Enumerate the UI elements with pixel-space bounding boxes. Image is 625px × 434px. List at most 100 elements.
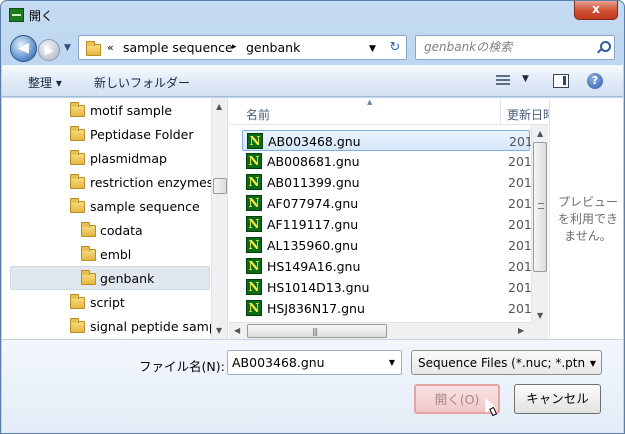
scrollbar-thumb[interactable] (213, 178, 227, 194)
back-button[interactable]: ◀ (10, 35, 37, 62)
help-icon[interactable]: ? (587, 73, 603, 89)
scrollbar-corner (531, 322, 548, 339)
column-header-date[interactable]: 更新日時 (507, 106, 555, 123)
file-row[interactable]: N HSJ836N17.gnu 2011 (242, 298, 540, 319)
tree-item-label: signal peptide sample (90, 319, 228, 334)
folder-icon (70, 126, 85, 141)
search-box[interactable] (415, 35, 615, 60)
search-icon[interactable] (597, 41, 611, 52)
tree-item-signal-peptide-sample[interactable]: signal peptide sample (10, 315, 227, 339)
file-row[interactable]: N AB008681.gnu 2011 (242, 151, 540, 172)
address-dropdown-icon[interactable]: ▼ (369, 44, 376, 54)
folder-icon (70, 198, 85, 213)
scrollbar-thumb[interactable]: ||| (247, 324, 387, 338)
file-row[interactable]: N AB011399.gnu 2011 (242, 172, 540, 193)
filename-combobox[interactable]: ▼ (227, 350, 402, 375)
navigation-pane: motif sample Peptidase Folder plasmidmap… (10, 98, 228, 339)
tree-item-label: sample sequence (90, 199, 200, 214)
tree-item-sample-sequence[interactable]: sample sequence (10, 195, 210, 219)
toolbar: 整理 ▾ 新しいフォルダー ▼ ? (2, 65, 623, 97)
content-area: motif sample Peptidase Folder plasmidmap… (2, 98, 623, 339)
filename-input[interactable] (232, 355, 380, 370)
folder-icon (86, 41, 101, 56)
tree-item-codata[interactable]: codata (10, 219, 210, 243)
file-type-select[interactable]: Sequence Files (*.nuc; *.ptn ▼ (411, 350, 602, 375)
sort-ascending-icon: ▲ (367, 98, 373, 106)
tree-item-label: script (90, 295, 125, 310)
scroll-left-icon[interactable]: ◀ (234, 326, 240, 335)
close-button[interactable]: x (574, 1, 618, 20)
file-list-vertical-scrollbar[interactable]: ▲ ▼ (531, 125, 548, 323)
search-input[interactable] (424, 40, 584, 54)
folder-icon (70, 174, 85, 189)
scroll-up-icon[interactable]: ▲ (216, 102, 222, 111)
scroll-down-icon[interactable]: ▼ (216, 326, 222, 335)
file-row[interactable]: N HS149A16.gnu 2011 (242, 256, 540, 277)
tree-item-label: codata (100, 223, 143, 238)
file-list-horizontal-scrollbar[interactable]: ◀ ||| ▶ (229, 322, 531, 339)
forward-button[interactable]: ▶ (38, 39, 60, 61)
tree-item-plasmidmap[interactable]: plasmidmap (10, 147, 210, 171)
folder-icon (70, 150, 85, 165)
chevron-down-icon[interactable]: ▼ (389, 358, 395, 367)
dialog-footer: ファイル名(N): ▼ Sequence Files (*.nuc; *.ptn… (2, 339, 623, 433)
gnu-file-icon: N (246, 216, 262, 232)
file-row[interactable]: N HS1014D13.gnu 2011 (242, 277, 540, 298)
cancel-button[interactable]: キャンセル (514, 384, 601, 414)
file-row[interactable]: N AL135960.gnu 2011 (242, 235, 540, 256)
open-file-dialog: 開く x ◀ ▶ ▼ « sample sequence ▸ genbank ▼… (0, 0, 625, 434)
window-title: 開く (29, 9, 54, 23)
tree-item-label: plasmidmap (90, 151, 167, 166)
gnu-file-icon: N (246, 279, 262, 295)
scroll-down-icon[interactable]: ▼ (537, 311, 543, 320)
column-divider[interactable] (500, 98, 501, 125)
view-dropdown-icon[interactable]: ▼ (522, 74, 529, 84)
gnu-file-icon: N (246, 237, 262, 253)
tree-item-script[interactable]: script (10, 291, 210, 315)
file-name: AL135960.gnu (267, 238, 358, 253)
history-dropdown-icon[interactable]: ▼ (64, 43, 71, 53)
file-name: AF077974.gnu (267, 196, 359, 211)
file-row[interactable]: N AF077974.gnu 2011 (242, 193, 540, 214)
refresh-icon[interactable]: ↻ (386, 39, 404, 57)
navigation-bar: ◀ ▶ ▼ « sample sequence ▸ genbank ▼ ↻ (1, 29, 624, 63)
breadcrumb-genbank[interactable]: genbank (246, 40, 300, 55)
app-icon (9, 8, 24, 22)
scrollbar-thumb[interactable] (533, 142, 547, 272)
preview-message-line: プレビュー (557, 195, 618, 209)
column-header-row: 名前 ▲ 更新日時 (229, 98, 555, 125)
preview-message: プレビュー を利用でき ません。 (554, 194, 622, 245)
tree-item-restriction-enzymes[interactable]: restriction enzymes (10, 171, 214, 195)
view-options-icon[interactable] (496, 75, 510, 87)
new-folder-button[interactable]: 新しいフォルダー (94, 74, 190, 91)
gnu-file-icon: N (247, 133, 263, 149)
column-header-name[interactable]: 名前 (246, 106, 270, 123)
tree-item-label: embl (100, 247, 132, 262)
preview-pane: プレビュー を利用でき ません。 (549, 98, 623, 339)
navigation-scrollbar[interactable]: ▲ ▼ (211, 98, 227, 339)
tree-item-label: restriction enzymes (90, 175, 214, 190)
preview-message-line: を利用でき (557, 212, 618, 226)
file-row[interactable]: N AF119117.gnu 2011 (242, 214, 540, 235)
organize-menu-button[interactable]: 整理 ▾ (28, 74, 62, 91)
gnu-file-icon: N (246, 258, 262, 274)
file-list-pane: 名前 ▲ 更新日時 N AB003468.gnu 2011 N AB008681.gnu… (229, 98, 555, 339)
tree-item-genbank[interactable]: genbank (10, 266, 210, 290)
tree-item-label: Peptidase Folder (90, 127, 194, 142)
file-name: HS149A16.gnu (267, 259, 361, 274)
scroll-right-icon[interactable]: ▶ (518, 326, 524, 335)
tree-item-embl[interactable]: embl (10, 243, 210, 267)
breadcrumb-sample-sequence[interactable]: sample sequence (123, 40, 233, 55)
address-bar[interactable]: « sample sequence ▸ genbank ▼ ↻ (78, 35, 407, 60)
breadcrumb-separator-icon[interactable]: ▸ (232, 42, 237, 52)
title-bar[interactable]: 開く x (1, 1, 624, 29)
folder-icon (81, 270, 96, 285)
scroll-up-icon[interactable]: ▲ (537, 129, 543, 138)
file-name: HS1014D13.gnu (267, 280, 370, 295)
tree-item-peptidase-folder[interactable]: Peptidase Folder (10, 123, 210, 147)
file-row[interactable]: N AB003468.gnu 2011 (242, 130, 541, 151)
breadcrumb-overflow[interactable]: « (107, 41, 114, 54)
gnu-file-icon: N (246, 195, 262, 211)
preview-pane-icon[interactable] (553, 74, 569, 88)
tree-item-motif-sample[interactable]: motif sample (10, 99, 210, 123)
